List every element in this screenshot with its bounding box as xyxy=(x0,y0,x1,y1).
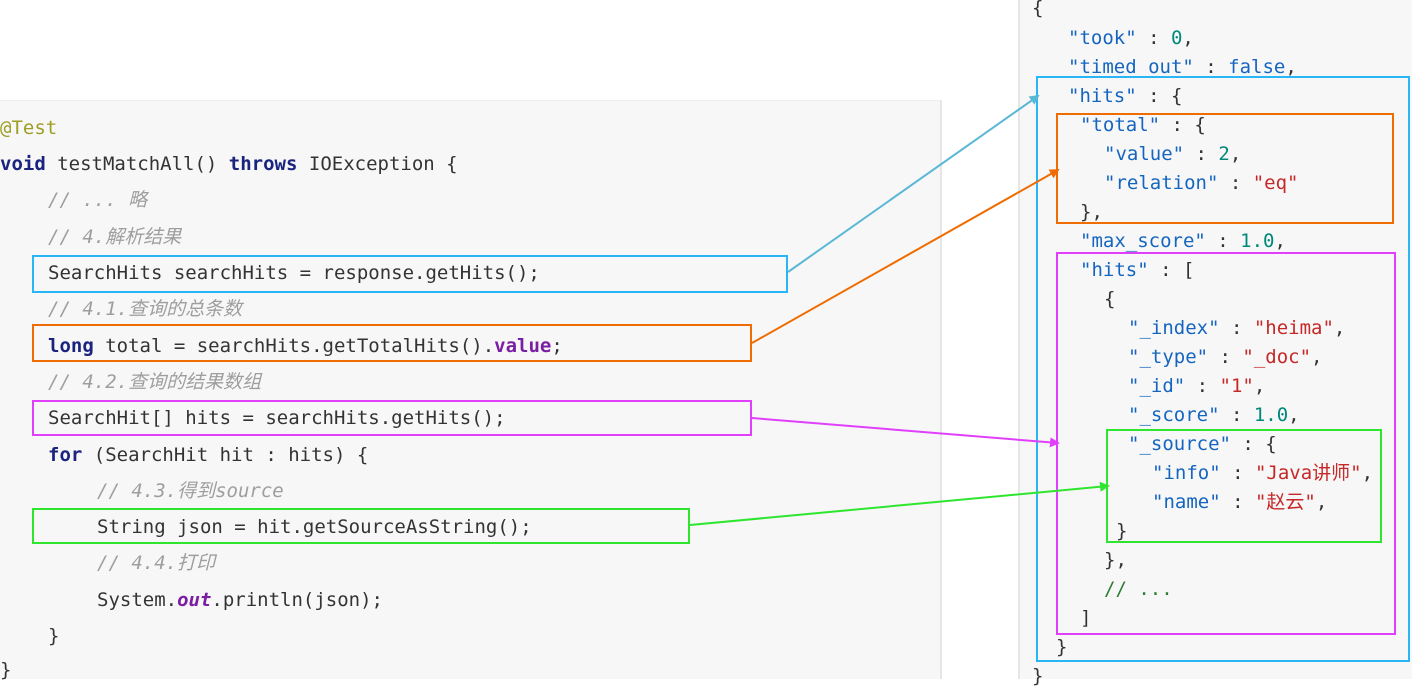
code-for: for (SearchHit hit : hits) { xyxy=(48,444,369,466)
comment-parse: // 4.解析结果 xyxy=(48,226,182,248)
close-for-brace: } xyxy=(48,625,60,647)
json-highlight-source xyxy=(1106,429,1382,543)
json-took: "took" : 0, xyxy=(1068,27,1194,49)
comment-total: // 4.1.查询的总条数 xyxy=(48,298,243,320)
highlight-total xyxy=(32,324,752,362)
method-signature: void testMatchAll() throws IOException { xyxy=(0,153,458,175)
comment-omit: // ... 略 xyxy=(48,189,148,211)
comment-source: // 4.3.得到source xyxy=(97,480,284,502)
comment-array: // 4.2.查询的结果数组 xyxy=(48,371,262,393)
json-highlight-total xyxy=(1056,113,1394,224)
highlight-source xyxy=(32,508,690,544)
code-print: System.out.println(json); xyxy=(97,589,383,611)
comment-print: // 4.4.打印 xyxy=(97,552,216,574)
highlight-searchhits xyxy=(32,255,788,293)
json-close: } xyxy=(1032,665,1044,687)
test-annotation: @Test xyxy=(0,117,58,139)
json-open: { xyxy=(1032,0,1044,19)
highlight-hits xyxy=(32,400,752,436)
close-method-brace: } xyxy=(0,659,12,681)
